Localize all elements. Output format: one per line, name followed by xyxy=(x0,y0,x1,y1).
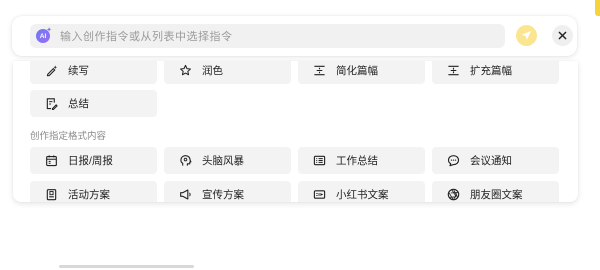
close-button[interactable] xyxy=(552,25,573,46)
aperture-icon xyxy=(447,188,460,201)
chip-label: 润色 xyxy=(202,65,223,77)
command-chip-daily-report[interactable]: 日报/周报 xyxy=(30,147,157,174)
section-title: 创作指定格式内容 xyxy=(30,131,107,142)
command-chip-polish[interactable]: 润色 xyxy=(164,61,291,84)
chat-bubble-icon xyxy=(447,154,460,167)
command-chip-event-plan[interactable]: 活动方案 xyxy=(30,181,157,202)
document-edit-icon xyxy=(45,97,58,110)
chip-label: 小红书文案 xyxy=(336,189,389,201)
expand-lines-icon xyxy=(447,64,460,77)
command-input-bar: AI ✦ 输入创作指令或从列表中选择指令 xyxy=(12,16,577,56)
command-chip-expand[interactable]: 扩充篇幅 xyxy=(432,61,559,84)
clipboard-icon xyxy=(45,188,58,201)
paper-plane-icon xyxy=(521,30,532,40)
home-indicator[interactable] xyxy=(59,265,194,268)
command-chip-meeting-notice[interactable]: 会议通知 xyxy=(432,147,559,174)
chip-label: 会议通知 xyxy=(470,155,512,167)
close-icon xyxy=(558,31,567,40)
command-input[interactable]: AI ✦ 输入创作指令或从列表中选择指令 xyxy=(30,24,505,48)
xiaohongshu-icon xyxy=(313,188,326,201)
accent-tab xyxy=(595,0,600,16)
chip-label: 扩充篇幅 xyxy=(470,65,512,77)
ai-icon: AI ✦ xyxy=(36,27,52,43)
star-sparkle-icon xyxy=(179,64,192,77)
command-chip-xiaohongshu[interactable]: 小红书文案 xyxy=(298,181,425,202)
compress-lines-icon xyxy=(313,64,326,77)
chip-label: 头脑风暴 xyxy=(202,155,244,167)
command-chip-work-summary[interactable]: 工作总结 xyxy=(298,147,425,174)
sparkle-icon: ✦ xyxy=(46,27,52,34)
chip-label: 总结 xyxy=(68,98,89,110)
chip-label: 工作总结 xyxy=(336,155,378,167)
command-chip-summary[interactable]: 总结 xyxy=(30,90,157,117)
command-chip-shorten[interactable]: 简化篇幅 xyxy=(298,61,425,84)
pen-sparkle-icon xyxy=(45,64,58,77)
send-button[interactable] xyxy=(516,25,537,46)
command-chip-continue[interactable]: 续写 xyxy=(30,61,157,84)
chip-label: 日报/周报 xyxy=(68,155,113,167)
chip-label: 简化篇幅 xyxy=(336,65,378,77)
megaphone-icon xyxy=(179,188,192,201)
list-icon xyxy=(313,154,326,167)
brain-icon xyxy=(179,154,192,167)
command-chip-promo-plan[interactable]: 宣传方案 xyxy=(164,181,291,202)
input-placeholder: 输入创作指令或从列表中选择指令 xyxy=(60,31,233,43)
chip-label: 朋友圈文案 xyxy=(470,189,523,201)
calendar-icon xyxy=(45,154,58,167)
command-list-panel: 续写 润色 简化篇幅 扩充篇幅 总结 创作指定格式内容 日报/周报 头脑风暴 工… xyxy=(13,61,578,202)
chip-label: 宣传方案 xyxy=(202,189,244,201)
command-chip-moments[interactable]: 朋友圈文案 xyxy=(432,181,559,202)
chip-label: 活动方案 xyxy=(68,189,110,201)
chip-label: 续写 xyxy=(68,65,89,77)
ai-writing-command-sheet: AI ✦ 输入创作指令或从列表中选择指令 续写 润色 简化篇幅 扩充篇幅 总结 … xyxy=(0,0,600,270)
command-chip-brainstorm[interactable]: 头脑风暴 xyxy=(164,147,291,174)
